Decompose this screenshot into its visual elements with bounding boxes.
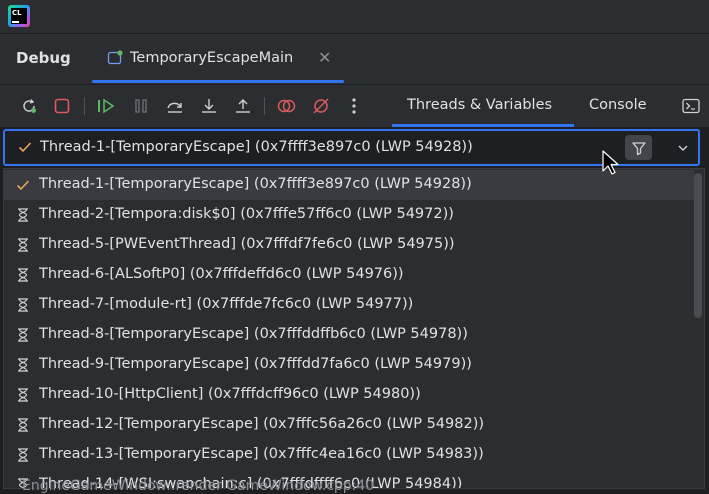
thread-list-item[interactable]: Thread-2-[Tempora:disk$0] (0x7fffe57ff6c… [4, 200, 694, 230]
thread-hourglass-icon [18, 418, 28, 432]
terminal-icon[interactable] [680, 95, 702, 117]
step-over-icon[interactable] [164, 95, 186, 117]
thread-list-item[interactable]: Thread-5-[PWEventThread] (0x7fffdf7fe6c0… [4, 230, 694, 260]
tab-console[interactable]: Console [589, 97, 647, 113]
debug-toolbar: Threads & Variables Console [0, 85, 709, 127]
thread-label: Thread-5-[PWEventThread] (0x7fffdf7fe6c0… [39, 236, 455, 252]
title-bar: CL [0, 0, 709, 33]
thread-hourglass-icon [18, 358, 28, 372]
thread-list-item[interactable]: Thread-8-[TemporaryEscape] (0x7fffddffb6… [4, 320, 694, 350]
thread-label: Thread-12-[TemporaryEscape] (0x7fffc56a2… [39, 416, 485, 432]
thread-list-item[interactable]: Thread-1-[TemporaryEscape] (0x7ffff3e897… [4, 170, 694, 200]
stop-icon[interactable] [51, 95, 73, 117]
mouse-cursor-icon [602, 150, 619, 175]
debug-panel-title: Debug [16, 49, 71, 67]
thread-selector[interactable]: Thread-1-[TemporaryEscape] (0x7ffff3e897… [3, 129, 700, 166]
thread-list-item[interactable]: Thread-9-[TemporaryEscape] (0x7fffdd7fa6… [4, 350, 694, 380]
thread-label: Thread-8-[TemporaryEscape] (0x7fffddffb6… [39, 326, 468, 342]
tab-session[interactable]: TemporaryEscapeMain ✕ [92, 34, 344, 84]
scrollbar[interactable] [694, 173, 702, 318]
chevron-down-icon[interactable] [676, 141, 690, 155]
active-tab-underline [392, 124, 574, 127]
view-breakpoints-icon[interactable] [276, 95, 298, 117]
thread-hourglass-icon [18, 388, 28, 402]
thread-label: Thread-7-[module-rt] (0x7fffde7fc6c0 (LW… [39, 296, 414, 312]
thread-label: Thread-6-[ALSoftP0] (0x7fffdeffd6c0 (LWP… [39, 266, 404, 282]
thread-hourglass-icon [18, 328, 28, 342]
session-tab-underline [92, 80, 344, 83]
thread-label: Thread-10-[HttpClient] (0x7fffdcff96c0 (… [39, 386, 421, 402]
step-out-icon[interactable] [232, 95, 254, 117]
thread-hourglass-icon [18, 448, 28, 462]
thread-list-item[interactable]: Thread-6-[ALSoftP0] (0x7fffdeffd6c0 (LWP… [4, 260, 694, 290]
thread-list-item[interactable]: Thread-13-[TemporaryEscape] (0x7fffc4ea1… [4, 440, 694, 470]
check-icon [16, 180, 30, 191]
rerun-icon[interactable] [18, 95, 40, 117]
check-icon [18, 142, 32, 153]
thread-list-item[interactable]: Thread-7-[module-rt] (0x7fffde7fc6c0 (LW… [4, 290, 694, 320]
tab-threads-variables[interactable]: Threads & Variables [407, 97, 552, 113]
run-config-icon [107, 50, 123, 65]
filter-icon[interactable] [625, 135, 652, 160]
mute-breakpoints-icon[interactable] [310, 95, 332, 117]
thread-list-item[interactable]: Thread-10-[HttpClient] (0x7fffdcff96c0 (… [4, 380, 694, 410]
thread-label: Thread-9-[TemporaryEscape] (0x7fffdd7fa6… [39, 356, 472, 372]
resume-icon[interactable] [95, 95, 117, 117]
session-tab-label: TemporaryEscapeMain [130, 50, 294, 66]
thread-hourglass-icon [18, 238, 28, 252]
thread-hourglass-icon [18, 298, 28, 312]
step-into-icon[interactable] [198, 95, 220, 117]
thread-dropdown-list: Thread-1-[TemporaryEscape] (0x7ffff3e897… [3, 168, 705, 489]
more-vertical-icon[interactable] [343, 95, 365, 117]
debug-header: Debug TemporaryEscapeMain ✕ [0, 34, 709, 84]
background-code-text: EngineGameWindow::render GameWindow.cpp:… [22, 478, 375, 494]
thread-list-item[interactable]: Thread-12-[TemporaryEscape] (0x7fffc56a2… [4, 410, 694, 440]
clion-logo[interactable]: CL [8, 5, 30, 27]
close-icon[interactable]: ✕ [318, 48, 331, 67]
thread-label: Thread-1-[TemporaryEscape] (0x7ffff3e897… [39, 176, 472, 192]
thread-hourglass-icon [18, 268, 28, 282]
thread-label: Thread-13-[TemporaryEscape] (0x7fffc4ea1… [39, 446, 484, 462]
pause-icon[interactable] [130, 95, 152, 117]
thread-selector-value: Thread-1-[TemporaryEscape] (0x7ffff3e897… [40, 139, 473, 155]
thread-label: Thread-2-[Tempora:disk$0] (0x7fffe57ff6c… [39, 206, 454, 222]
thread-hourglass-icon [18, 208, 28, 222]
